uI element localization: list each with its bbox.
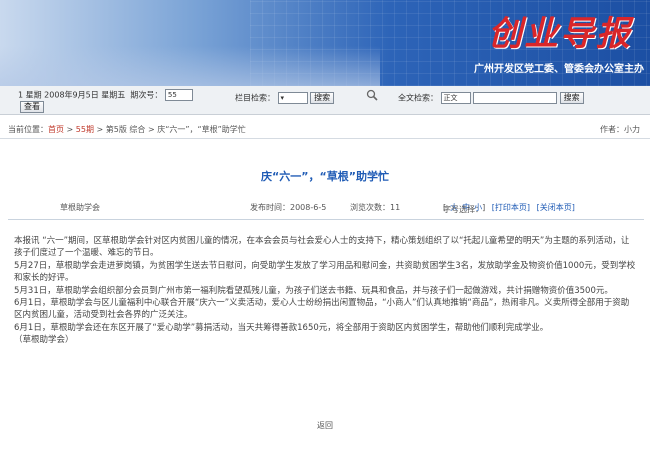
article-tools: 字号选择：[大中小] [打印本页] [关闭本页] — [443, 203, 575, 214]
header-banner: 创业导报 广州开发区党工委、管委会办公室主办 — [0, 0, 650, 86]
close-link[interactable]: [关闭本页] — [537, 203, 575, 212]
toolbar: 1 星期 2008年9月5日 星期五 期次号： 55 查看 栏目检索： ▾ 搜索… — [0, 86, 650, 115]
print-link[interactable]: [打印本页] — [492, 203, 530, 212]
divider — [8, 219, 644, 220]
fulltext-select[interactable]: 正文 — [440, 92, 471, 104]
fulltext-label: 全文检索： — [398, 93, 438, 103]
column-select[interactable]: ▾ — [277, 92, 308, 104]
view-count: 浏览次数：11 — [350, 203, 401, 212]
banner-cityscape — [0, 46, 380, 86]
column-search: 栏目检索： ▾ 搜索 — [235, 92, 335, 104]
fulltext-input[interactable] — [473, 92, 558, 104]
current-date: 1 星期 2008年9月5日 星期五 — [18, 90, 126, 100]
back-to-top-link[interactable]: 返回 — [0, 420, 650, 431]
issue-label: 期次号： — [130, 90, 163, 100]
breadcrumb-home-link[interactable]: 首页 — [48, 125, 64, 134]
article-body: 本报讯 “六一”期间，区草根助学会针对区内贫困儿童的情况，在本会会员与社会爱心人… — [14, 235, 636, 347]
article-paragraph: 本报讯 “六一”期间，区草根助学会针对区内贫困儿童的情况，在本会会员与社会爱心人… — [14, 236, 630, 259]
article-source: 草根助学会 — [60, 203, 100, 212]
view-button[interactable]: 查看 — [20, 101, 44, 113]
publish-date: 发布时间：2008-6-5 — [250, 203, 327, 212]
column-search-button[interactable]: 搜索 — [310, 92, 335, 104]
font-size-label: 字号选择： — [443, 205, 483, 214]
site-subtitle: 广州开发区党工委、管委会办公室主办 — [474, 64, 644, 75]
article-paragraph: （草根助学会） — [14, 335, 74, 346]
breadcrumb-issue-link[interactable]: 55期 — [76, 125, 94, 134]
fulltext-search-button[interactable]: 搜索 — [559, 92, 584, 104]
date-and-issue: 1 星期 2008年9月5日 星期五 期次号： 55 — [18, 89, 193, 101]
article-paragraph: 5月31日，草根助学会组织部分会员到广州市第一福利院看望孤残儿童，为孩子们送去书… — [14, 285, 613, 296]
breadcrumb-sep: > — [64, 125, 76, 134]
issue-select[interactable]: 55 — [164, 89, 193, 101]
breadcrumb: 当前位置：首页 > 55期 > 第5版 综合 > 庆“六一”，“草根”助学忙 作… — [0, 122, 650, 139]
article-title: 庆“六一”，“草根”助学忙 — [261, 170, 389, 183]
article-meta: 草根助学会 发布时间：2008-6-5 浏览次数：11 字号选择：[大中小] [… — [0, 200, 650, 214]
column-search-label: 栏目检索： — [235, 93, 275, 103]
article-paragraph: 5月27日，草根助学会走进萝岗镇，为贫困学生送去节日慰问，向受助学生发放了学习用… — [14, 260, 636, 284]
fulltext-search: 全文检索： 正文 搜索 — [398, 92, 584, 104]
site-logo[interactable]: 创业导报 — [488, 6, 632, 55]
breadcrumb-prefix: 当前位置： — [8, 125, 48, 134]
article-paragraph: 6月1日，草根助学会还在东区开展了“爱心助学”募捐活动，当天共筹得善款1650元… — [14, 322, 549, 333]
magnifier-icon[interactable] — [366, 89, 378, 101]
article-author: 作者：小力 — [600, 125, 640, 134]
breadcrumb-rest: > 第5版 综合 > 庆“六一”，“草根”助学忙 — [93, 125, 246, 134]
article-paragraph: 6月1日，草根助学会与区儿童福利中心联合开展“庆六一”义卖活动，爱心人士纷纷捐出… — [14, 298, 630, 321]
